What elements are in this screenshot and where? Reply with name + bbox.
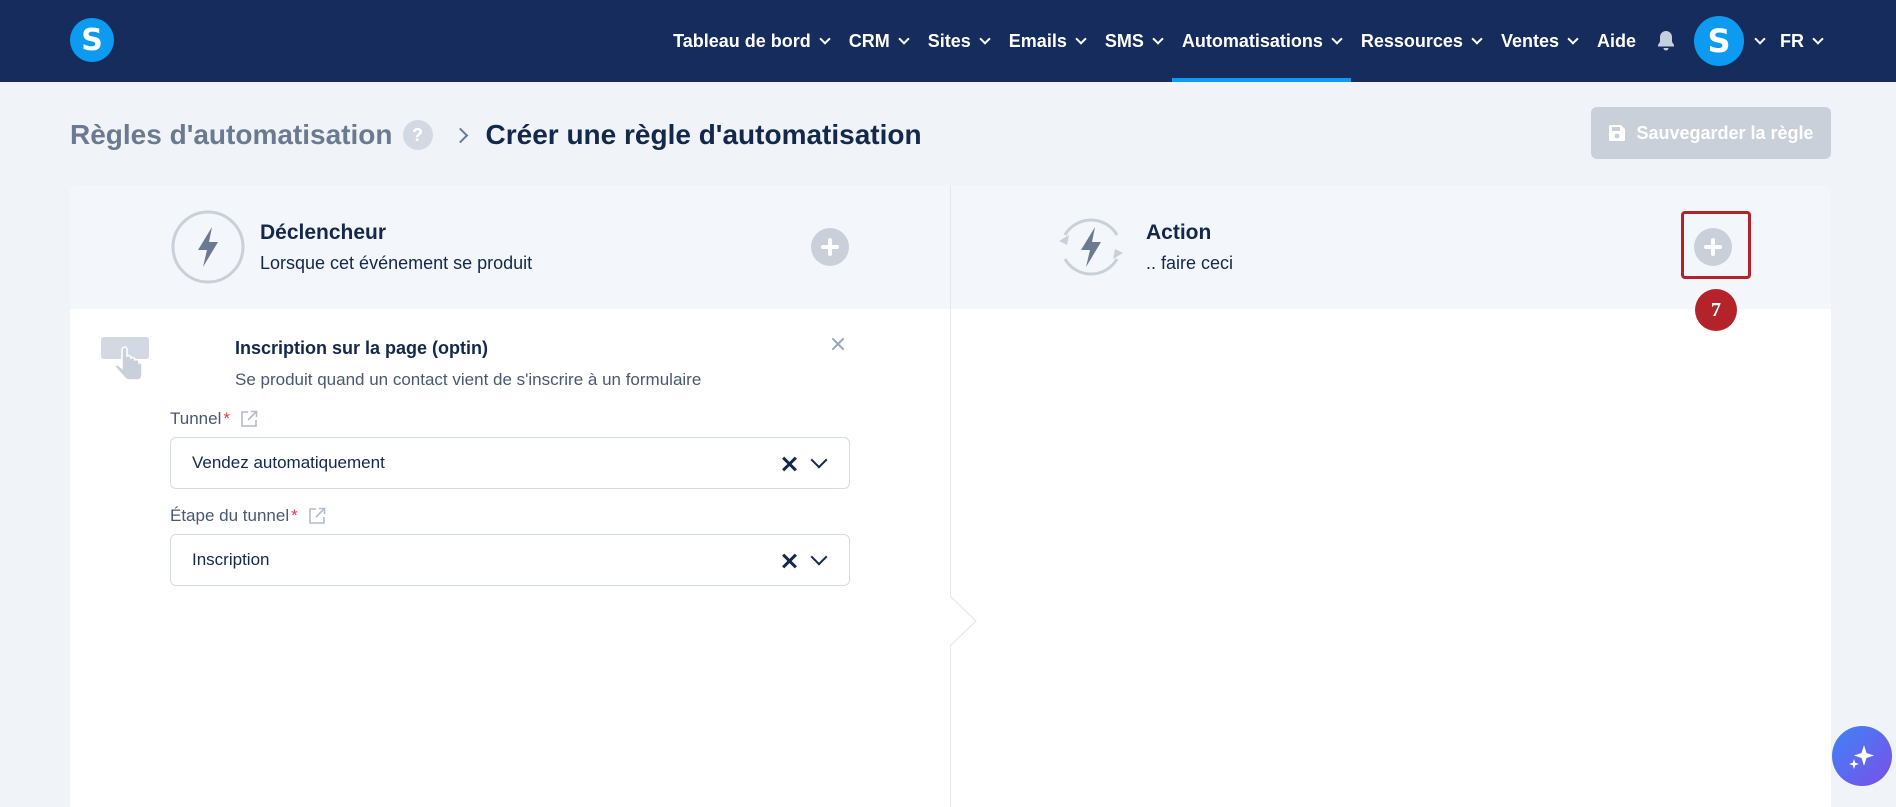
chevron-down-icon[interactable] [810,548,828,566]
breadcrumb: Règles d'automatisation ? Créer une règl… [70,116,922,154]
required-marker: * [291,506,298,525]
step-badge: 7 [1695,289,1737,331]
chevron-down-icon[interactable] [810,451,828,469]
nav-item-resources[interactable]: Ressources [1351,0,1491,82]
nav-item-help[interactable]: Aide [1587,0,1646,82]
trigger-panel: Déclencheur Lorsque cet événement se pro… [70,185,950,807]
help-icon[interactable]: ? [402,120,433,150]
chevron-down-icon [1567,32,1579,45]
chevron-down-icon [1331,32,1343,45]
add-trigger-button[interactable] [811,228,849,266]
user-menu[interactable]: S [1686,0,1770,82]
chevron-down-icon [979,32,991,45]
tunnel-step-field-label: Étape du tunnel * [170,506,326,526]
nav-item-dashboard[interactable]: Tableau de bord [663,0,839,82]
selected-trigger-description: Se produit quand un contact vient de s'i… [235,370,702,389]
step-highlight-box [1681,211,1751,279]
nav-item-label: Sites [927,30,971,51]
panel-divider-notch [950,596,977,646]
page-title: Créer une règle d'automatisation [485,119,922,150]
sparkle-icon [1849,745,1874,769]
action-subtitle: .. faire ceci [1146,253,1234,273]
language-label: FR [1780,30,1804,51]
nav-item-label: Ressources [1360,30,1463,51]
language-selector[interactable]: FR [1770,0,1832,82]
nav-item-emails[interactable]: Emails [999,0,1095,82]
breadcrumb-parent-link[interactable]: Règles d'automatisation [70,119,393,151]
app-logo[interactable]: S [70,18,114,62]
form-click-icon [101,337,149,381]
nav-item-label: CRM [848,30,890,51]
chevron-down-icon [898,32,910,45]
chevron-down-icon [819,32,831,45]
remove-trigger-close-icon[interactable] [826,333,850,357]
chevron-down-icon [1754,32,1766,45]
nav-item-label: Automatisations [1181,30,1323,51]
nav-item-sales[interactable]: Ventes [1491,0,1587,82]
chevron-down-icon [1152,32,1164,45]
clear-selection-icon[interactable] [779,551,799,571]
nav-item-automations[interactable]: Automatisations [1171,0,1351,82]
bell-icon[interactable] [1646,0,1686,82]
lightning-cycle-icon [1059,218,1123,276]
chevron-down-icon [1471,32,1483,45]
nav-item-label: Emails [1008,30,1067,51]
chevron-right-icon [452,127,468,143]
field-label-text: Tunnel [170,409,222,428]
ai-assistant-button[interactable] [1832,726,1892,786]
clear-selection-icon[interactable] [779,454,799,474]
trigger-subtitle: Lorsque cet événement se produit [260,253,533,273]
tunnel-field-label: Tunnel * [170,409,258,429]
chevron-down-icon [1812,32,1824,45]
selected-trigger-title: Inscription sur la page (optin) [235,338,489,358]
save-icon [1609,125,1626,141]
main-nav: Tableau de bord CRM Sites Emails SMS Aut… [663,0,1832,82]
nav-item-sites[interactable]: Sites [918,0,999,82]
external-link-icon[interactable] [240,410,258,428]
nav-item-label: Tableau de bord [673,30,811,51]
external-link-icon[interactable] [308,507,326,525]
nav-item-label: Aide [1596,30,1636,51]
lightning-icon [171,210,245,284]
save-button-label: Sauvegarder la règle [1636,122,1814,143]
required-marker: * [223,409,230,428]
nav-item-label: SMS [1104,30,1144,51]
save-rule-button[interactable]: Sauvegarder la règle [1591,107,1831,159]
tunnel-step-select-value: Inscription [192,550,270,569]
nav-item-crm[interactable]: CRM [839,0,918,82]
tunnel-select-value: Vendez automatiquement [192,453,385,472]
trigger-header: Déclencheur Lorsque cet événement se pro… [70,185,950,309]
trigger-title: Déclencheur [260,221,387,244]
nav-item-label: Ventes [1500,30,1559,51]
nav-item-sms[interactable]: SMS [1095,0,1172,82]
tunnel-select[interactable]: Vendez automatiquement [170,437,850,489]
action-title: Action [1146,221,1212,244]
field-label-text: Étape du tunnel [170,506,290,525]
chevron-down-icon [1075,32,1087,45]
avatar: S [1694,16,1744,66]
tunnel-step-select[interactable]: Inscription [170,534,850,586]
top-navbar: S Tableau de bord CRM Sites Emails SMS A… [0,0,1896,82]
